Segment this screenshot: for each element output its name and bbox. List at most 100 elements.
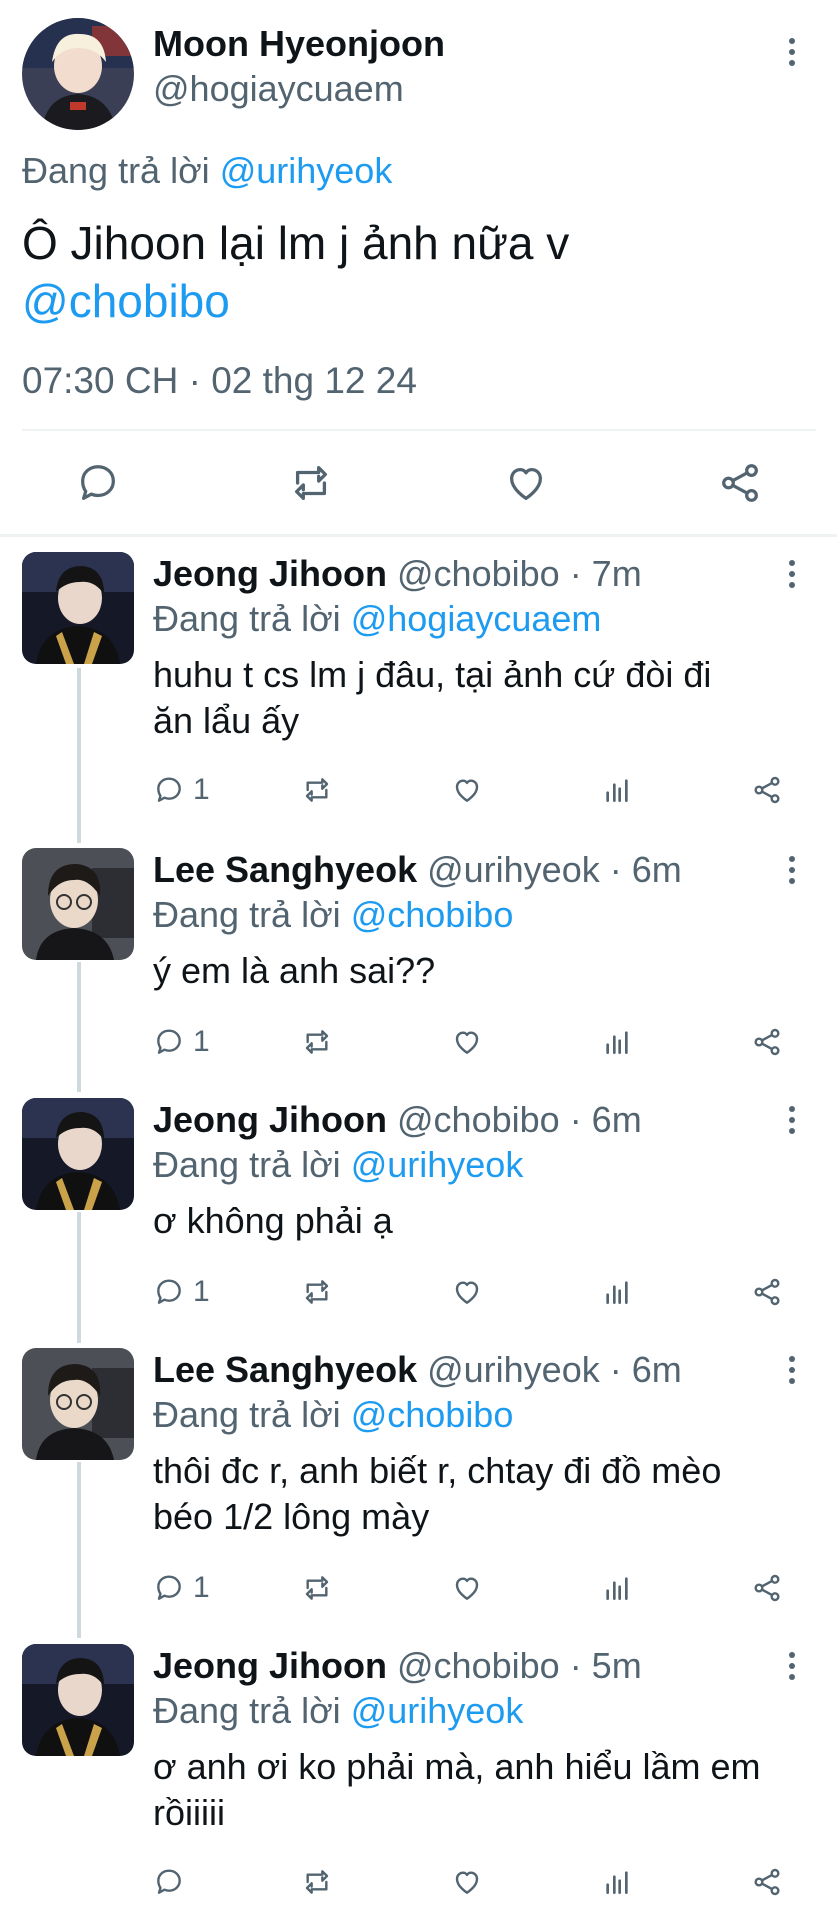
reply-more-options-icon[interactable] xyxy=(780,1646,804,1686)
main-author-handle[interactable]: @hogiaycuaem xyxy=(153,66,404,112)
analytics-icon[interactable] xyxy=(601,1860,633,1904)
reply-header: Jeong Jihoon @chobibo · 7m xyxy=(153,552,642,596)
reply-icon[interactable] xyxy=(153,1860,193,1904)
reply-author-name[interactable]: Jeong Jihoon xyxy=(153,1645,387,1686)
reply-replying-to: Đang trả lời @chobibo xyxy=(153,892,513,938)
reply-count: 1 xyxy=(193,1025,210,1058)
reply-header: Jeong Jihoon @chobibo · 6m xyxy=(153,1098,642,1142)
reply-text-line: rồiiiii xyxy=(153,1792,225,1833)
main-tweet-timestamp: 07:30 CH · 02 thg 12 24 xyxy=(22,360,417,401)
reply-count: 1 xyxy=(193,1275,210,1308)
share-icon[interactable] xyxy=(717,460,763,506)
avatar-jeong-jihoon[interactable] xyxy=(22,552,134,664)
share-icon[interactable] xyxy=(751,1860,783,1904)
like-icon[interactable] xyxy=(451,768,483,812)
like-icon[interactable] xyxy=(503,460,549,506)
share-icon[interactable] xyxy=(751,768,783,812)
replying-to-mention[interactable]: @hogiaycuaem xyxy=(351,598,602,639)
reply-text: thôi đc r, anh biết r, chtay đi đồ mèo b… xyxy=(153,1448,813,1540)
replying-to-mention[interactable]: @urihyeok xyxy=(351,1690,524,1731)
reply-author-handle[interactable]: @chobibo xyxy=(397,1645,560,1686)
replying-prefix: Đang trả lời xyxy=(153,894,341,935)
retweet-icon[interactable] xyxy=(300,768,334,812)
analytics-icon[interactable] xyxy=(601,1270,633,1314)
reply-text: ý em là anh sai?? xyxy=(153,948,813,994)
reply-author-handle[interactable]: @urihyeok xyxy=(427,1349,600,1390)
main-tweet-mention[interactable]: @chobibo xyxy=(22,272,230,330)
reply-author-handle[interactable]: @chobibo xyxy=(397,553,560,594)
like-icon[interactable] xyxy=(451,1020,483,1064)
reply-count: 1 xyxy=(193,1571,210,1604)
main-divider xyxy=(22,429,816,431)
reply-text-line: huhu t cs lm j đâu, tại ảnh cứ đòi đi xyxy=(153,654,712,695)
avatar-lee-sanghyeok[interactable] xyxy=(22,1348,134,1460)
replying-to-mention[interactable]: @chobibo xyxy=(351,894,514,935)
analytics-icon[interactable] xyxy=(601,1020,633,1064)
reply-icon[interactable]: 1 xyxy=(153,1020,210,1064)
reply-text: huhu t cs lm j đâu, tại ảnh cứ đòi đi ăn… xyxy=(153,652,813,744)
reply-action-bar: 1 xyxy=(153,1020,793,1064)
reply-text-line: ăn lẩu ấy xyxy=(153,700,300,741)
replying-to-mention[interactable]: @chobibo xyxy=(351,1394,514,1435)
reply-text-line: ơ không phải ạ xyxy=(153,1200,393,1241)
thread-line xyxy=(77,668,81,843)
reply-icon[interactable] xyxy=(75,460,121,506)
reply-replying-to: Đang trả lời @urihyeok xyxy=(153,1142,523,1188)
reply-text: ơ anh ơi ko phải mà, anh hiểu lầm em rồi… xyxy=(153,1744,813,1836)
like-icon[interactable] xyxy=(451,1566,483,1610)
avatar-lee-sanghyeok[interactable] xyxy=(22,848,134,960)
reply-replying-to: Đang trả lời @hogiaycuaem xyxy=(153,596,601,642)
avatar-jeong-jihoon[interactable] xyxy=(22,1098,134,1210)
analytics-icon[interactable] xyxy=(601,1566,633,1610)
avatar-moon-hyeonjoon[interactable] xyxy=(22,18,134,130)
reply-icon[interactable]: 1 xyxy=(153,1270,210,1314)
share-icon[interactable] xyxy=(751,1020,783,1064)
reply-more-options-icon[interactable] xyxy=(780,1100,804,1140)
reply-author-handle[interactable]: @chobibo xyxy=(397,1099,560,1140)
main-author-name[interactable]: Moon Hyeonjoon xyxy=(153,22,445,66)
reply-header: Lee Sanghyeok @urihyeok · 6m xyxy=(153,848,682,892)
reply-action-bar: 1 xyxy=(153,768,793,812)
analytics-icon[interactable] xyxy=(601,768,633,812)
reply-header: Lee Sanghyeok @urihyeok · 6m xyxy=(153,1348,682,1392)
reply-author-name[interactable]: Lee Sanghyeok xyxy=(153,849,417,890)
replying-prefix: Đang trả lời xyxy=(22,150,210,191)
reply-author-name[interactable]: Jeong Jihoon xyxy=(153,1099,387,1140)
reply-icon[interactable]: 1 xyxy=(153,1566,210,1610)
reply-time: · 6m xyxy=(609,849,682,890)
reply-more-options-icon[interactable] xyxy=(780,1350,804,1390)
main-more-options-icon[interactable] xyxy=(780,32,804,72)
replying-to-mention[interactable]: @urihyeok xyxy=(220,150,393,191)
retweet-icon[interactable] xyxy=(300,1860,334,1904)
avatar-jeong-jihoon[interactable] xyxy=(22,1644,134,1756)
reply-time: · 6m xyxy=(609,1349,682,1390)
like-icon[interactable] xyxy=(451,1270,483,1314)
replying-prefix: Đang trả lời xyxy=(153,1394,341,1435)
thread-line xyxy=(77,1462,81,1638)
reply-action-bar: 1 xyxy=(153,1270,793,1314)
retweet-icon[interactable] xyxy=(300,1566,334,1610)
retweet-icon[interactable] xyxy=(287,460,335,506)
retweet-icon[interactable] xyxy=(300,1270,334,1314)
main-tweet-text: Ô Jihoon lại lm j ảnh nữa v xyxy=(22,217,570,269)
reply-text: ơ không phải ạ xyxy=(153,1198,813,1244)
reply-time: · 7m xyxy=(569,553,642,594)
replying-prefix: Đang trả lời xyxy=(153,598,341,639)
reply-more-options-icon[interactable] xyxy=(780,554,804,594)
reply-author-name[interactable]: Jeong Jihoon xyxy=(153,553,387,594)
like-icon[interactable] xyxy=(451,1860,483,1904)
reply-more-options-icon[interactable] xyxy=(780,850,804,890)
replying-to-mention[interactable]: @urihyeok xyxy=(351,1144,524,1185)
reply-text-line: thôi đc r, anh biết r, chtay đi đồ mèo xyxy=(153,1450,722,1491)
reply-time: · 6m xyxy=(569,1099,642,1140)
reply-action-bar: 1 xyxy=(153,1566,793,1610)
reply-time: · 5m xyxy=(569,1645,642,1686)
share-icon[interactable] xyxy=(751,1270,783,1314)
retweet-icon[interactable] xyxy=(300,1020,334,1064)
share-icon[interactable] xyxy=(751,1566,783,1610)
reply-icon[interactable]: 1 xyxy=(153,768,210,812)
reply-author-name[interactable]: Lee Sanghyeok xyxy=(153,1349,417,1390)
reply-author-handle[interactable]: @urihyeok xyxy=(427,849,600,890)
reply-text-line: ý em là anh sai?? xyxy=(153,950,436,991)
reply-replying-to: Đang trả lời @urihyeok xyxy=(153,1688,523,1734)
